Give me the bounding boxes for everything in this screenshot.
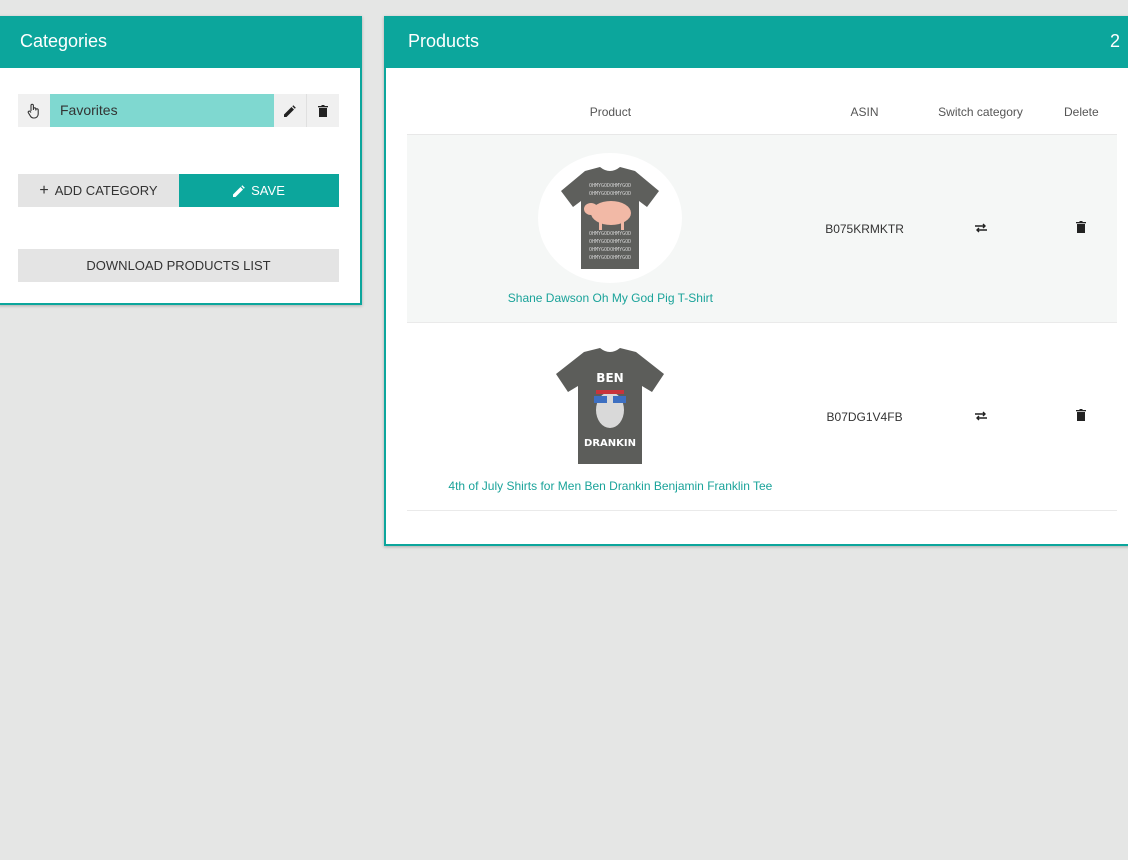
svg-text:OHMYGODOHMYGOD: OHMYGODOHMYGOD (589, 231, 631, 237)
switch-category-cell (915, 134, 1046, 323)
column-product: Product (407, 90, 814, 135)
add-category-label: Add Category (54, 183, 158, 198)
switch-category-cell (915, 322, 1046, 511)
category-name[interactable]: Favorites (50, 94, 274, 127)
download-products-button[interactable]: Download Products List (18, 249, 339, 282)
save-button[interactable]: Save (179, 174, 339, 207)
table-row: BEN DRANKIN 4th of July Shirts for Men B… (407, 322, 1117, 511)
shirt-text-bottom: DRANKIN (584, 438, 636, 449)
trash-icon[interactable] (1076, 221, 1087, 233)
svg-text:OHMYGODOHMYGOD: OHMYGODOHMYGOD (589, 183, 631, 189)
download-label: Download Products List (86, 258, 271, 273)
trash-icon (318, 104, 328, 117)
categories-panel: Categories Favorites + Add Category Save… (0, 16, 362, 305)
pencil-icon (233, 184, 245, 197)
product-link[interactable]: Shane Dawson Oh My God Pig T-Shirt (508, 291, 713, 305)
shirt-text-top: BEN (597, 371, 624, 385)
save-label: Save (251, 183, 285, 198)
product-link[interactable]: 4th of July Shirts for Men Ben Drankin B… (448, 479, 772, 493)
products-title: Products (408, 31, 480, 51)
products-panel: Products 2 Product ASIN Switch category … (384, 16, 1128, 546)
products-header: Products 2 (386, 16, 1128, 68)
column-asin: ASIN (813, 90, 916, 135)
asin-cell: B07DG1V4FB (813, 322, 916, 511)
product-cell: OHMYGODOHMYGOD OHMYGODOHMYGOD OHMYGODOHM… (407, 134, 814, 323)
products-table: Product ASIN Switch category Delete OHMY… (407, 90, 1117, 511)
svg-text:OHMYGODOHMYGOD: OHMYGODOHMYGOD (589, 239, 631, 245)
add-category-button[interactable]: + Add Category (18, 174, 179, 207)
trash-icon[interactable] (1076, 409, 1087, 421)
edit-category-button[interactable] (274, 94, 306, 127)
asin-cell: B075KRMKTR (813, 134, 916, 323)
products-count: 2 (1109, 31, 1120, 51)
delete-category-button[interactable] (306, 94, 339, 127)
category-item-favorites[interactable]: Favorites (18, 94, 339, 127)
product-image[interactable]: OHMYGODOHMYGOD OHMYGODOHMYGOD OHMYGODOHM… (538, 152, 683, 283)
table-row: OHMYGODOHMYGOD OHMYGODOHMYGOD OHMYGODOHM… (407, 134, 1117, 323)
swap-icon[interactable] (974, 411, 988, 421)
product-image[interactable]: BEN DRANKIN (538, 340, 683, 471)
svg-text:OHMYGODOHMYGOD: OHMYGODOHMYGOD (589, 255, 631, 261)
category-actions: + Add Category Save (18, 174, 339, 207)
plus-icon: + (39, 181, 49, 199)
swap-icon[interactable] (974, 223, 988, 233)
column-switch-category: Switch category (915, 90, 1046, 135)
column-delete: Delete (1045, 90, 1117, 135)
svg-text:OHMYGODOHMYGOD: OHMYGODOHMYGOD (589, 191, 631, 197)
svg-text:OHMYGODOHMYGOD: OHMYGODOHMYGOD (589, 247, 631, 253)
product-cell: BEN DRANKIN 4th of July Shirts for Men B… (407, 322, 814, 511)
delete-cell (1045, 322, 1117, 511)
categories-title: Categories (0, 16, 360, 68)
drag-handle-icon[interactable] (18, 94, 50, 127)
delete-cell (1045, 134, 1117, 323)
pencil-icon (284, 104, 296, 117)
